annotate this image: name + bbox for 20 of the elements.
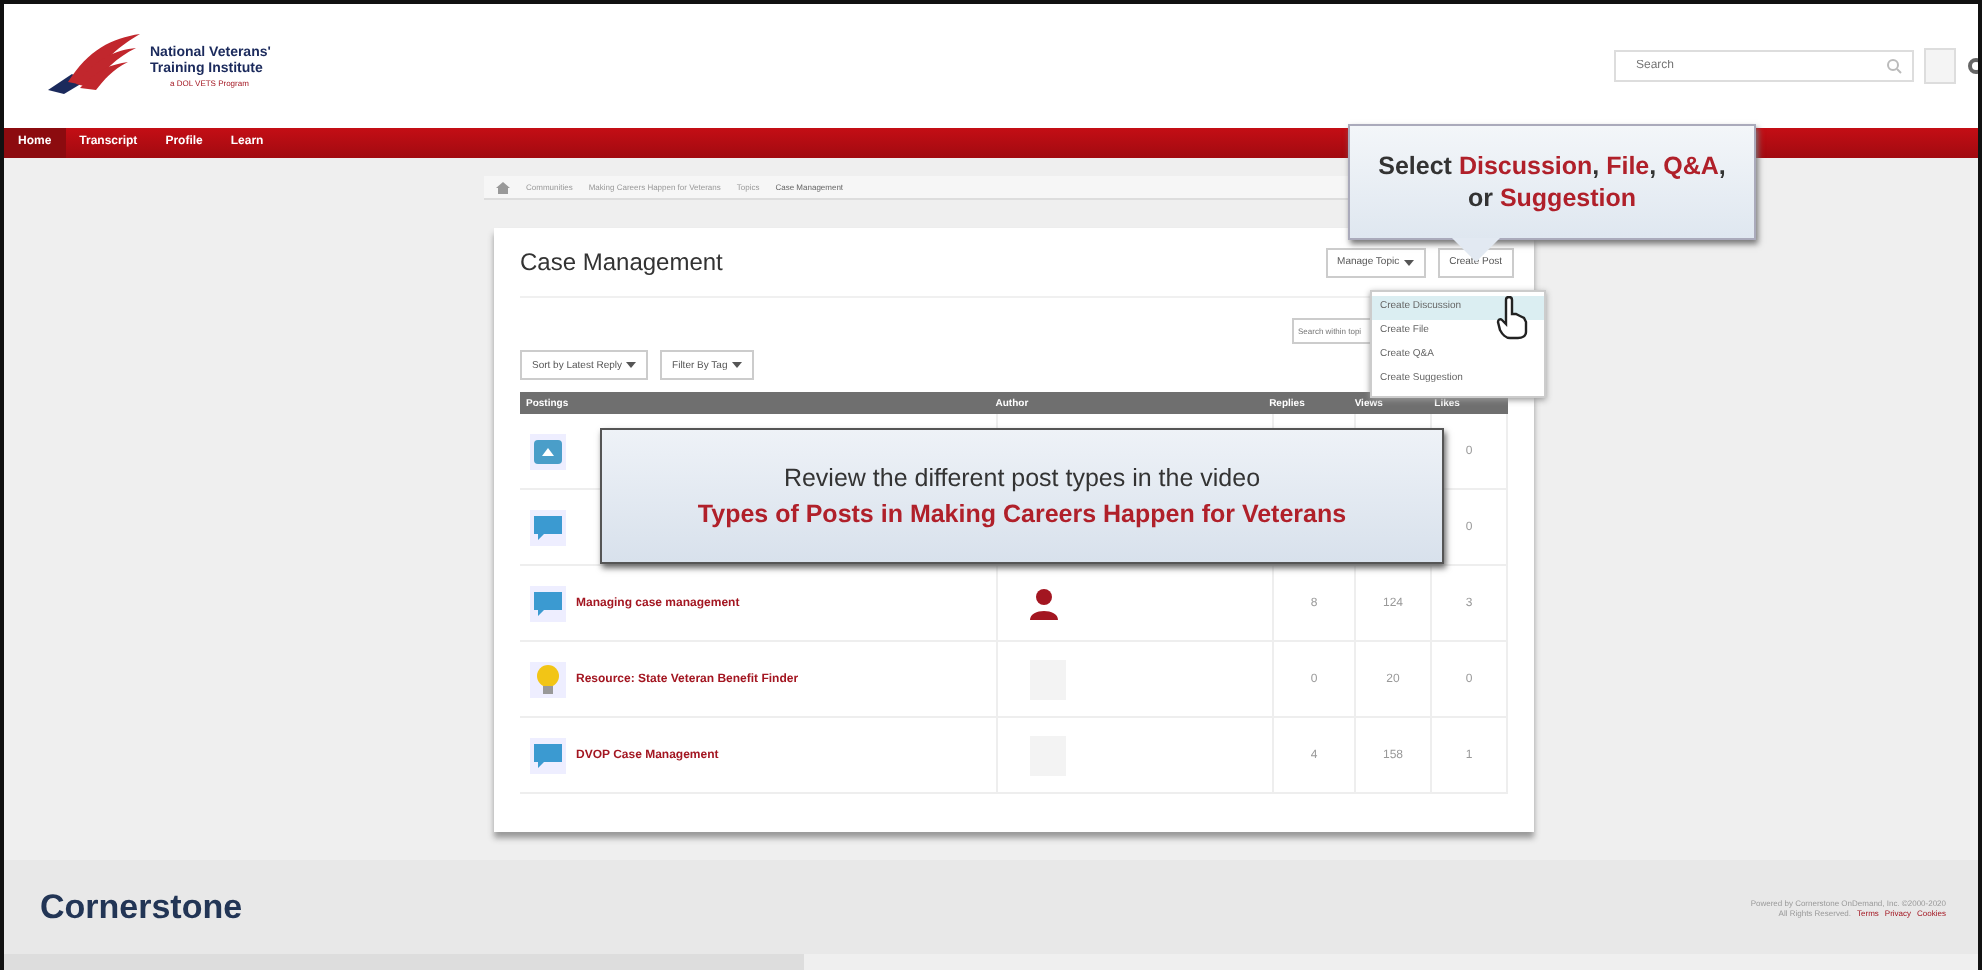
hand-pointer-icon — [1496, 296, 1528, 340]
caret-icon — [1403, 259, 1414, 265]
caret-icon — [626, 362, 637, 368]
cloud-upload-icon — [534, 439, 562, 463]
callout-text: or Suggestion — [1467, 184, 1637, 212]
banner-link[interactable]: Types of Posts in Making Careers Happen for Veterans — [697, 500, 1347, 528]
topic-title: Case Management — [520, 248, 723, 276]
lightbulb-icon — [536, 663, 560, 695]
caret-icon — [731, 362, 742, 368]
settings-icon[interactable] — [1966, 56, 1978, 76]
speech-bubble-icon — [532, 513, 564, 541]
home-icon[interactable] — [496, 181, 510, 193]
banner-text: Review the different post types in the video — [783, 464, 1261, 492]
callout-pointer-icon — [1452, 238, 1500, 262]
cornerstone-logo: Cornerstone — [40, 887, 243, 927]
speech-bubble-icon — [532, 589, 564, 617]
person-avatar-icon — [1030, 587, 1058, 619]
callout-text: Select Discussion, File, Q&A, — [1378, 152, 1726, 180]
speech-bubble-icon — [532, 741, 564, 769]
search-icon — [1886, 58, 1902, 74]
